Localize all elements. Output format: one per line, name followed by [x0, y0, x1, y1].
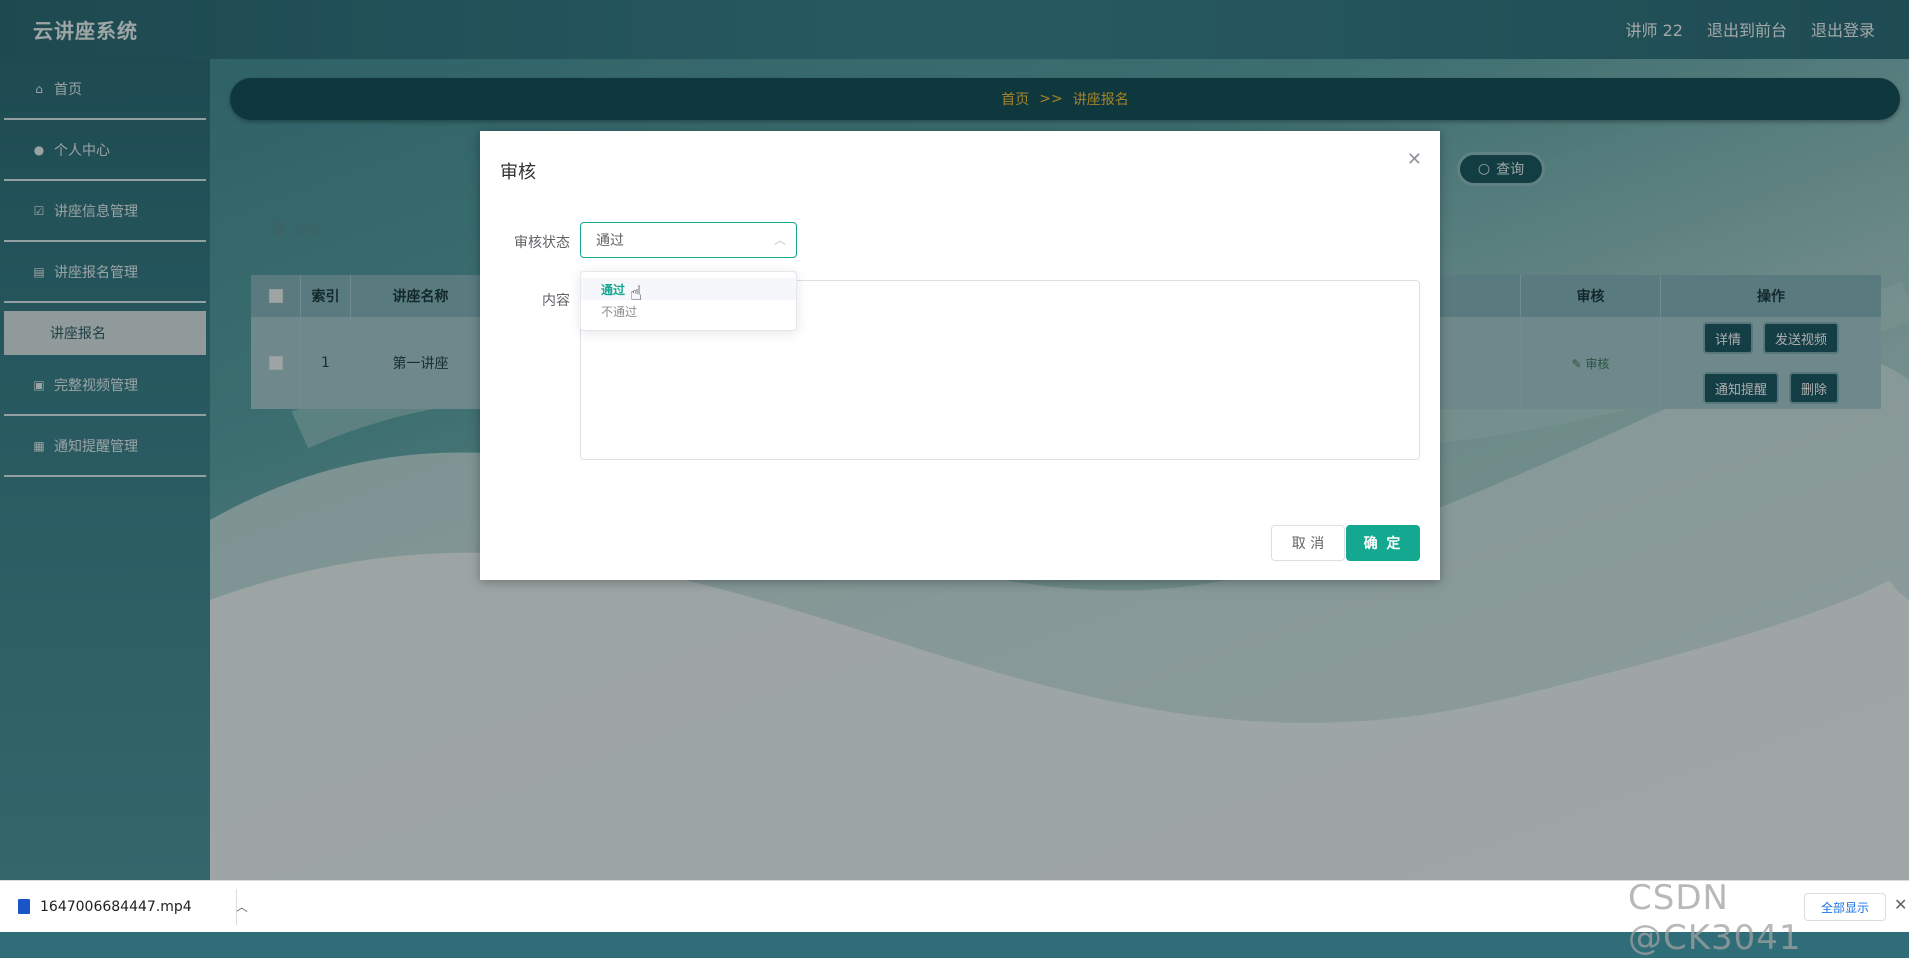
chevron-up-icon[interactable]: ︿ — [236, 898, 248, 915]
confirm-button[interactable]: 确 定 — [1346, 525, 1420, 561]
watermark: CSDN @CK3041 — [1628, 878, 1802, 958]
status-label: 审核状态 — [514, 235, 570, 251]
status-select-value: 通过 — [596, 233, 624, 249]
cancel-button[interactable]: 取 消 — [1271, 525, 1345, 561]
audit-dialog: 审核 ✕ 审核状态 通过 ︿ 内容 通过 不通过 ☝ 取 消 确 定 — [480, 131, 1440, 580]
dialog-title: 审核 — [500, 162, 536, 183]
download-item[interactable]: 1647006684447.mp4 ︿ — [18, 881, 248, 932]
hand-cursor-icon: ☝ — [630, 281, 643, 305]
status-dropdown: 通过 不通过 — [580, 271, 797, 331]
download-divider — [236, 889, 237, 925]
download-filename: 1647006684447.mp4 — [40, 898, 192, 915]
page: 云讲座系统 讲师 22 退出到前台 退出登录 ⌂ 首页 ● 个人中心 ☑ 讲座信… — [0, 0, 1909, 880]
option-reject[interactable]: 不通过 — [581, 300, 796, 322]
close-icon[interactable]: ✕ — [1407, 149, 1422, 170]
file-icon — [18, 899, 30, 914]
option-pass[interactable]: 通过 — [581, 278, 796, 300]
download-bar: 1647006684447.mp4 ︿ 全部显示 ✕ — [0, 880, 1909, 932]
status-select[interactable]: 通过 ︿ — [580, 222, 797, 258]
content-label: 内容 — [542, 293, 570, 309]
chevron-up-icon: ︿ — [773, 233, 786, 247]
